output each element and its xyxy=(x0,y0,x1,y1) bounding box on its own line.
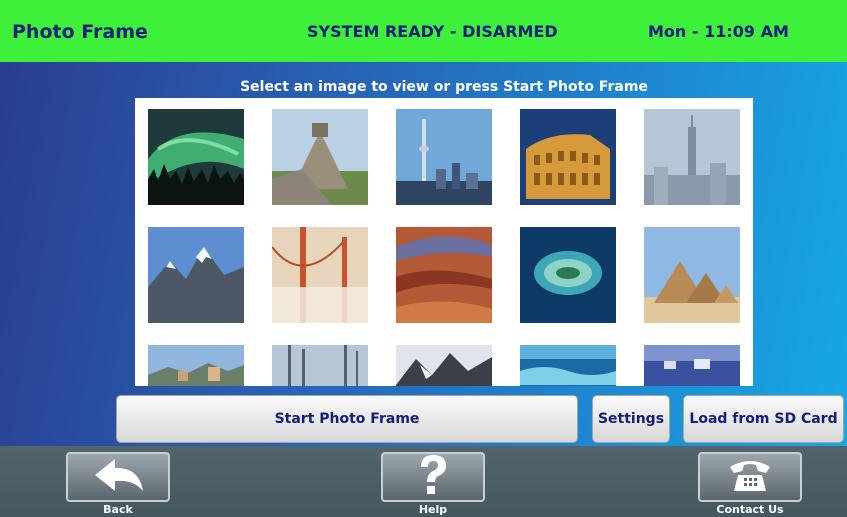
gallery-thumbnail-colosseum[interactable] xyxy=(520,109,616,205)
load-from-sd-card-label: Load from SD Card xyxy=(689,411,838,427)
status-header: Photo Frame SYSTEM READY - DISARMED Mon … xyxy=(0,0,847,62)
instruction-text: Select an image to view or press Start P… xyxy=(240,79,648,95)
gallery-thumbnail-icy-rocks[interactable] xyxy=(396,345,492,386)
gallery-thumbnail-golden-gate[interactable] xyxy=(272,227,368,323)
back-arrow-icon xyxy=(89,455,147,499)
gallery-thumbnail-empire-state[interactable] xyxy=(644,109,740,205)
date-time: Mon - 11:09 AM xyxy=(648,22,789,41)
gallery-thumbnail-ocean-waves[interactable] xyxy=(520,345,616,386)
contact-us-label: Contact Us xyxy=(716,503,784,516)
settings-label: Settings xyxy=(597,411,665,427)
contact-us-button[interactable] xyxy=(698,452,802,502)
gallery-thumbnail-coastal-town[interactable] xyxy=(148,345,244,386)
back-button[interactable] xyxy=(66,452,170,502)
system-status: SYSTEM READY - DISARMED xyxy=(307,22,558,41)
help-button[interactable] xyxy=(381,452,485,502)
gallery-thumbnail-northern-lights[interactable] xyxy=(148,109,244,205)
gallery-thumbnail-atoll[interactable] xyxy=(520,227,616,323)
telephone-icon xyxy=(726,455,774,499)
question-mark-icon xyxy=(413,453,453,501)
load-from-sd-card-button[interactable]: Load from SD Card xyxy=(683,395,844,443)
gallery-thumbnail-mountains[interactable] xyxy=(148,227,244,323)
app-title: Photo Frame xyxy=(12,21,148,43)
settings-button[interactable]: Settings xyxy=(592,395,670,443)
gallery-thumbnail-pyramids[interactable] xyxy=(644,227,740,323)
gallery-thumbnail-chichen-itza[interactable] xyxy=(272,109,368,205)
gallery-thumbnail-toronto-skyline[interactable] xyxy=(396,109,492,205)
gallery-thumbnail-harbor-boats[interactable] xyxy=(644,345,740,386)
gallery-thumbnail-harbor-masts[interactable] xyxy=(272,345,368,386)
image-gallery[interactable] xyxy=(135,98,753,386)
start-photo-frame-label: Start Photo Frame xyxy=(274,411,420,427)
start-photo-frame-button[interactable]: Start Photo Frame xyxy=(116,395,578,443)
help-label: Help xyxy=(418,503,448,516)
back-label: Back xyxy=(103,503,133,516)
gallery-thumbnail-grand-canyon[interactable] xyxy=(396,227,492,323)
